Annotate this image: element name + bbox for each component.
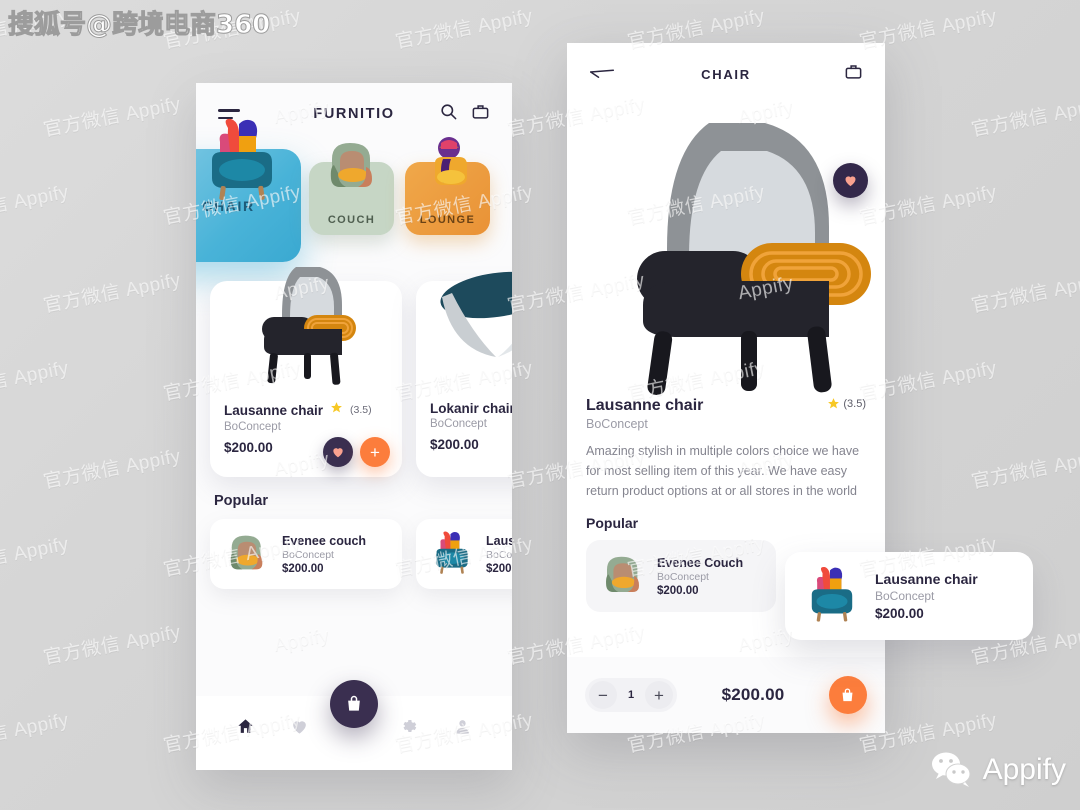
watermark-text: 官方微信 Appify [0,709,71,758]
plus-icon: + [370,442,380,462]
category-card-couch[interactable]: COUCH [309,143,394,235]
product-card-lokanir[interactable]: Lokanir chair BoConcept $200.00 [416,271,512,477]
favorite-button[interactable] [323,437,353,467]
floating-card-brand: BoConcept [875,589,935,603]
bag-icon[interactable] [844,65,863,85]
product-name: Lausanne chair [224,402,324,418]
total-price: $200.00 [721,685,785,704]
watermark-text: 官方微信 Appify [41,269,183,318]
favorite-toggle-button[interactable] [833,163,868,198]
home-icon [238,718,253,733]
wechat-icon [931,752,971,787]
popular-section-title: Popular [214,493,268,509]
heart-icon [845,176,856,187]
watermark-text: 官方微信 Appify [969,269,1080,318]
sohu-watermark: 搜狐号@跨境电商360 [7,10,271,41]
product-brand: BoConcept [224,421,281,433]
product-price: $200.00 [430,437,479,452]
appify-label: Appify [982,753,1066,786]
product-detail-info: Lausanne chair (3.5) BoConcept Amazing s… [567,397,885,501]
popular-item-evenee[interactable]: Evenee couch BoConcept $200.00 [210,519,402,589]
product-card-lausanne[interactable]: Lausanne chair (3.5) BoConcept $200.00 + [210,267,402,477]
couch-thumb-icon [606,557,639,593]
category-label-chair: CHAIR [202,197,255,214]
appify-brand-watermark: Appify [929,750,1066,790]
cart-fab-button[interactable] [330,680,378,728]
detail-product-name: Lausanne chair [586,397,704,414]
popular-item-lausanne[interactable]: Lausanne chair BoConcept $200.00 [416,519,512,589]
watermark-text: 官方微信 Appify [0,181,71,230]
popular-item-brand: BoConcept [486,548,512,561]
product-hero-image [567,105,885,397]
category-label-lounge: LOUNGE [419,214,476,226]
watermark-text: 官方微信 Appify [41,621,183,670]
watermark-text: 官方微信 Appify [969,93,1080,142]
couch-illustration [330,143,372,187]
purchase-bar: − 1 + $200.00 [567,657,885,733]
product-brand: BoConcept [430,418,487,430]
couch-thumb-icon [230,535,263,570]
heart-icon [333,448,343,458]
popular-item-brand: BoConcept [657,570,709,583]
nav-home[interactable] [228,717,262,736]
screenshot-canvas: FURNITIO CHAIR COUCH LOUNGE Lausanne cha… [0,0,1080,810]
nav-profile[interactable] [446,717,480,736]
phone-home-screen: FURNITIO CHAIR COUCH LOUNGE Lausanne cha… [196,83,512,770]
popular-item-name: Evenee Couch [657,555,744,570]
popular-item-name: Evenee couch [282,533,367,548]
product-rating: (3.5) [350,404,372,416]
category-carousel: CHAIR COUCH LOUNGE [196,118,512,269]
category-card-lounge[interactable]: LOUNGE [405,137,490,235]
popular-item-price: $200.00 [486,562,512,575]
floating-card-name: Lausanne chair [875,571,978,587]
floating-product-card[interactable]: Lausanne chair BoConcept $200.00 [785,552,1033,640]
quantity-decrease-button[interactable]: − [589,681,617,709]
quantity-stepper[interactable]: − 1 + [585,678,677,712]
heart-icon [293,720,306,734]
category-card-chair[interactable]: CHAIR [196,118,301,262]
popular-item-name: Lausanne chair [486,533,512,548]
detail-popular-title: Popular [586,515,639,532]
detail-page-title: CHAIR [701,66,751,82]
nav-favorites[interactable] [283,717,317,736]
popular-list: Evenee couch BoConcept $200.00 Laus BoCo… [196,509,512,589]
watermark-text: 官方微信 Appify [969,445,1080,494]
product-image-lausanne [224,267,388,401]
watermark-text: 官方微信 Appify [0,533,71,582]
popular-item-brand: BoConcept [282,548,334,561]
product-name: Lokanir chair [430,401,512,416]
star-icon [330,401,343,419]
category-label-couch: COUCH [327,214,376,226]
quantity-increase-button[interactable]: + [645,681,673,709]
detail-popular-item-evenee[interactable]: Evenee Couch BoConcept $200.00 [586,540,776,613]
watermark-text: 官方微信 Appify [41,445,183,494]
popular-item-price: $200.00 [657,584,699,597]
detail-rating-value: (3.5) [843,397,866,410]
chair-thumb-icon [436,531,468,574]
gear-icon [403,720,417,732]
product-carousel: Lausanne chair (3.5) BoConcept $200.00 + [196,267,512,477]
add-to-cart-fab[interactable] [828,676,867,714]
shopping-bag-icon [348,695,360,711]
popular-item-price: $200.00 [282,562,324,575]
product-image-lokanir [430,271,512,401]
quantity-value: 1 [627,689,635,701]
watermark-text: 官方微信 Appify [0,357,71,406]
detail-product-brand: BoConcept [586,417,648,431]
profile-icon [456,719,470,734]
right-header: CHAIR [567,43,885,105]
watermark-text: 官方微信 Appify [41,93,183,142]
watermark-overlay: 官方微信 Appify 官方微信 Appify 官方微信 Appify 官方微信 Ap… [0,0,1080,810]
chair-thumb-icon [811,566,853,622]
floating-card-price: $200.00 [875,606,924,621]
add-to-cart-button[interactable]: + [360,437,390,467]
bag-icon[interactable] [471,102,490,126]
detail-description: Amazing stylish in multiple colors choic… [586,444,860,498]
nav-settings[interactable] [391,717,425,735]
left-header: FURNITIO [196,83,512,145]
shopping-bag-icon [843,688,853,701]
watermark-text: 官方微信 Appify [393,5,535,54]
search-icon[interactable] [439,102,458,126]
